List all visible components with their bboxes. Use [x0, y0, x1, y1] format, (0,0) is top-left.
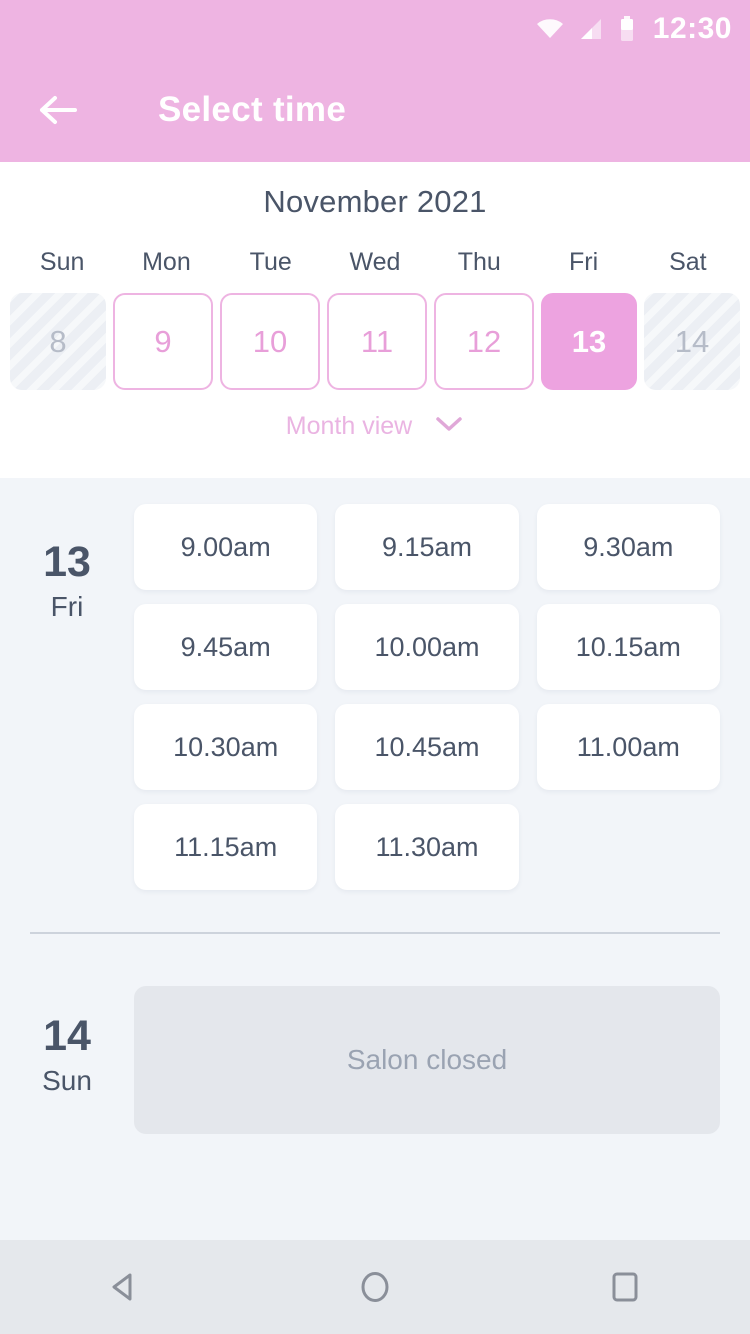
nav-home-button[interactable]: [330, 1242, 420, 1332]
page-title: Select time: [158, 90, 347, 129]
status-bar: 12:30: [0, 0, 750, 58]
time-slot[interactable]: 10.15am: [536, 604, 720, 690]
weekday-label: Mon: [142, 248, 191, 276]
month-view-label: Month view: [285, 412, 413, 440]
day-label-13: 13 Fri: [0, 504, 134, 890]
slot-grid-14: Salon closed: [134, 986, 750, 1134]
day-number: 13: [43, 538, 91, 586]
day-block-13: 13 Fri 9.00am 9.15am 9.30am 9.45am 10.00…: [0, 478, 750, 890]
android-nav-bar: [0, 1240, 750, 1334]
signal-icon: [579, 17, 605, 41]
day-number: 14: [43, 1012, 91, 1060]
nav-back-icon: [112, 1273, 132, 1301]
day-weekday: Fri: [50, 591, 84, 623]
weekday-label: Fri: [568, 248, 599, 276]
battery-icon: [619, 16, 635, 42]
nav-back-button[interactable]: [80, 1242, 170, 1332]
wifi-icon: [535, 17, 565, 41]
day-label-14: 14 Sun: [0, 986, 134, 1134]
slot-grid-13: 9.00am 9.15am 9.30am 9.45am 10.00am 10.1…: [134, 504, 750, 890]
time-slot[interactable]: 9.30am: [536, 504, 720, 590]
date-cell-9[interactable]: 9: [113, 293, 213, 390]
calendar-dates-row: 8 9 10 11 12 13 14: [0, 293, 750, 390]
time-slots-area: 13 Fri 9.00am 9.15am 9.30am 9.45am 10.00…: [0, 478, 750, 1240]
app-screen: 12:30 Select time November 2021 Sun Mon …: [0, 0, 750, 1334]
time-slot[interactable]: 10.45am: [335, 704, 519, 790]
time-slot[interactable]: 11.30am: [335, 804, 519, 890]
time-slot[interactable]: 10.00am: [335, 604, 519, 690]
salon-closed-card: Salon closed: [134, 986, 720, 1134]
calendar-panel: November 2021 Sun Mon Tue Wed Thu Fri Sa…: [0, 162, 750, 478]
weekday-label: Sun: [39, 248, 85, 276]
time-slot[interactable]: 11.00am: [536, 704, 720, 790]
back-arrow-icon: [40, 96, 77, 124]
calendar-month-title: November 2021: [263, 184, 487, 219]
date-cell-12[interactable]: 12: [434, 293, 534, 390]
status-bar-clock: 12:30: [652, 12, 732, 45]
app-bar: Select time: [0, 58, 750, 162]
time-slot[interactable]: 9.15am: [335, 504, 519, 590]
month-view-toggle[interactable]: Month view: [0, 412, 750, 441]
nav-recents-icon: [612, 1272, 638, 1302]
day-block-14: 14 Sun Salon closed: [0, 934, 750, 1134]
nav-home-icon: [361, 1272, 389, 1302]
date-cell-13[interactable]: 13: [541, 293, 637, 390]
time-slot[interactable]: 11.15am: [134, 804, 318, 890]
time-slot[interactable]: 9.00am: [134, 504, 318, 590]
nav-recents-button[interactable]: [580, 1242, 670, 1332]
weekday-header-row: Sun Mon Tue Wed Thu Fri Sat: [0, 248, 750, 277]
back-button[interactable]: [30, 82, 86, 138]
time-slot[interactable]: 10.30am: [134, 704, 318, 790]
day-weekday: Sun: [42, 1065, 92, 1097]
date-cell-8: 8: [10, 293, 106, 390]
weekday-label: Wed: [349, 248, 401, 276]
time-slot[interactable]: 9.45am: [134, 604, 318, 690]
date-cell-14: 14: [644, 293, 740, 390]
weekday-label: Thu: [457, 248, 501, 276]
chevron-down-icon: [434, 415, 464, 438]
date-cell-10[interactable]: 10: [220, 293, 320, 390]
date-cell-11[interactable]: 11: [327, 293, 427, 390]
weekday-label: Sat: [669, 248, 707, 276]
weekday-label: Tue: [249, 248, 292, 276]
